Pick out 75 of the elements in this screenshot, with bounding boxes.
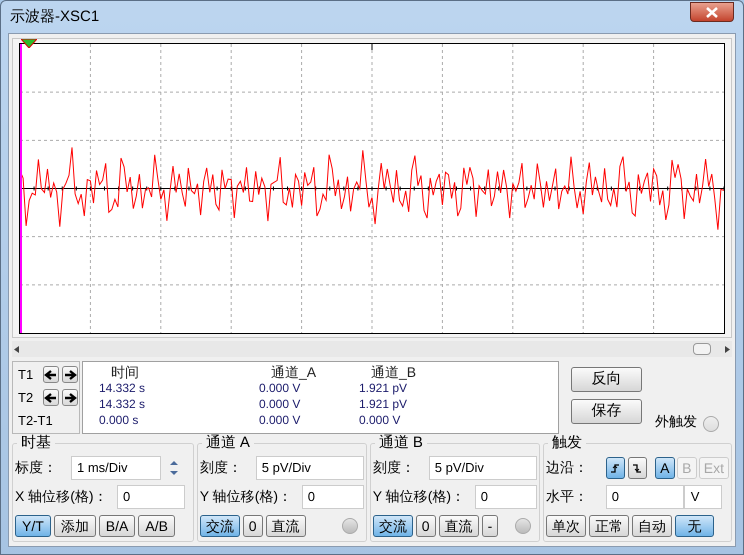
source-button[interactable]: A	[654, 456, 675, 478]
left-arrow-icon	[44, 368, 58, 380]
left-arrow-button[interactable]	[43, 389, 59, 406]
edge-button[interactable]	[606, 456, 625, 478]
field-label: X 轴位移(格)：	[15, 487, 109, 506]
table-cell-text: 1.921 pV	[358, 396, 408, 412]
group-title: 通道 A	[204, 433, 251, 453]
column-header: 通道_A	[270, 364, 318, 380]
close-icon	[706, 6, 718, 18]
right-arrow-button[interactable]	[62, 389, 78, 406]
table-cell-text: 0.000 V	[258, 380, 302, 396]
right-arrow-button[interactable]	[62, 366, 78, 383]
cursor-label: T2-T1	[18, 412, 53, 430]
external-trigger-label: 外触发	[655, 412, 697, 431]
action-button[interactable]: 反向	[571, 367, 642, 392]
trigger-mode-button[interactable]: 单次	[546, 514, 586, 536]
offset-field[interactable]: 0	[117, 484, 185, 508]
level-field[interactable]: 0	[606, 484, 684, 508]
cursor-label: T2	[18, 388, 34, 407]
group-title: 时基	[20, 433, 52, 453]
trigger-mode-button[interactable]: 正常	[588, 514, 629, 536]
field-label: 标度：	[15, 458, 58, 477]
close-button[interactable]	[690, 2, 734, 22]
scroll-left-icon[interactable]	[14, 346, 19, 352]
mode-button[interactable]: 添加	[54, 514, 96, 536]
right-arrow-icon	[63, 392, 77, 404]
coupling-button[interactable]: 0	[416, 514, 436, 536]
table-cell-text: 0.000 s	[98, 412, 140, 428]
group-title: 触发	[550, 433, 583, 453]
mode-button[interactable]: B/A	[98, 514, 136, 536]
cursor-marker-icon[interactable]	[21, 39, 37, 48]
field-label: Y 轴位移(格)：	[200, 487, 294, 506]
coupling-button[interactable]: 交流	[200, 514, 240, 536]
coupling-button[interactable]: 直流	[266, 514, 306, 536]
external-trigger-radio[interactable]	[703, 416, 719, 432]
scroll-right-icon[interactable]	[725, 346, 730, 352]
group-title: 通道 B	[378, 433, 424, 453]
scroll-thumb[interactable]	[693, 343, 711, 355]
table-cell-text: 14.332 s	[98, 396, 146, 412]
radio-button[interactable]	[342, 518, 358, 534]
window-title: 示波器-XSC1	[9, 6, 100, 27]
scrollbar[interactable]	[12, 341, 732, 357]
field-label: 边沿：	[546, 458, 589, 477]
left-arrow-button[interactable]	[43, 366, 59, 383]
field-label: 刻度：	[372, 458, 416, 477]
coupling-button[interactable]: 交流	[372, 514, 413, 536]
scale-field[interactable]: 1 ms/Div	[71, 456, 161, 480]
table-cell-text: 1.921 pV	[358, 380, 408, 396]
edge-button[interactable]	[628, 456, 647, 478]
table-cell-text: 0.000 V	[258, 396, 302, 412]
left-arrow-icon	[44, 392, 58, 404]
offset-field[interactable]: 0	[302, 484, 364, 508]
trigger-mode-button[interactable]: 自动	[632, 514, 672, 536]
scale-field[interactable]: 5 pV/Div	[256, 456, 364, 480]
right-arrow-icon	[63, 368, 77, 380]
coupling-button[interactable]: 直流	[438, 514, 479, 536]
cursor-label: T1	[18, 366, 34, 384]
coupling-button[interactable]: -	[482, 514, 498, 536]
table-cell-text: 0.000 V	[358, 412, 402, 428]
mode-button[interactable]: A/B	[138, 514, 175, 536]
field-label: 水平：	[546, 487, 589, 506]
field-label: Y 轴位移(格)：	[372, 487, 466, 506]
field-label: 刻度：	[200, 458, 243, 477]
offset-field[interactable]: 0	[474, 484, 537, 508]
radio-button[interactable]	[514, 518, 531, 534]
column-header: 时间	[110, 364, 140, 380]
column-header: 通道_B	[370, 364, 418, 380]
table-cell-text: 0.000 V	[258, 412, 302, 428]
trigger-mode-button[interactable]: 无	[674, 514, 714, 536]
action-button[interactable]: 保存	[571, 399, 642, 424]
unit-field: V	[684, 484, 722, 508]
table-cell-text: 14.332 s	[98, 380, 146, 396]
mode-button[interactable]: Y/T	[15, 514, 51, 536]
scale-field[interactable]: 5 pV/Div	[428, 456, 537, 480]
coupling-button[interactable]: 0	[242, 514, 263, 536]
